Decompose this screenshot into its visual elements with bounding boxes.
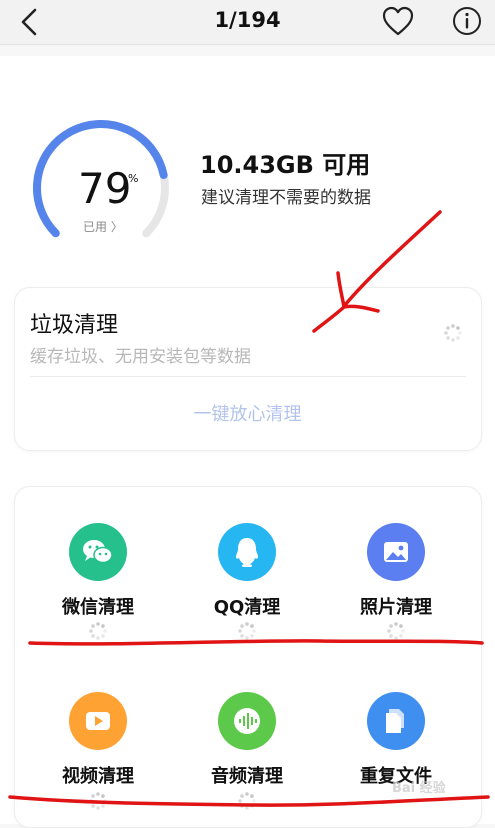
spinner-dot bbox=[252, 629, 256, 633]
loading-spinner-icon bbox=[238, 792, 256, 810]
spinner-dot bbox=[240, 624, 244, 628]
spinner-dot bbox=[387, 629, 391, 633]
spinner-dot bbox=[250, 624, 254, 628]
spinner-dot bbox=[101, 794, 105, 798]
duplicate-file-tool[interactable]: 重复文件 bbox=[331, 692, 461, 788]
spinner-dot bbox=[240, 634, 244, 638]
spinner-dot bbox=[245, 622, 249, 626]
loading-spinner-icon bbox=[387, 622, 405, 640]
video-clean-tool[interactable]: 视频清理 bbox=[33, 692, 163, 788]
qq-icon bbox=[218, 523, 276, 581]
heart-icon[interactable] bbox=[380, 4, 416, 38]
loading-spinner-icon bbox=[89, 792, 107, 810]
loading-spinner-icon bbox=[89, 622, 107, 640]
spinner-dot bbox=[245, 792, 249, 796]
loading-spinner-icon bbox=[238, 622, 256, 640]
spinner-dot bbox=[91, 634, 95, 638]
wechat-clean-tool[interactable]: 微信清理 bbox=[33, 523, 163, 619]
qq-clean-tool[interactable]: QQ清理 bbox=[182, 523, 312, 619]
spinner-dot bbox=[389, 624, 393, 628]
spinner-dot bbox=[394, 636, 398, 640]
spinner-dot bbox=[250, 634, 254, 638]
page-counter: 1/194 bbox=[214, 8, 281, 32]
spinner-dot bbox=[91, 804, 95, 808]
available-storage: 10.43GB 可用 bbox=[200, 151, 371, 179]
spinner-dot bbox=[96, 622, 100, 626]
spinner-dot bbox=[101, 634, 105, 638]
photo-clean-tool[interactable]: 照片清理 bbox=[331, 523, 461, 619]
spinner-dot bbox=[240, 794, 244, 798]
spinner-dot bbox=[458, 331, 462, 335]
audio-icon bbox=[218, 692, 276, 750]
tool-label: 视频清理 bbox=[62, 766, 134, 787]
spinner-dot bbox=[389, 634, 393, 638]
spinner-dot bbox=[394, 622, 398, 626]
spinner-dot bbox=[89, 629, 93, 633]
spinner-dot bbox=[399, 634, 403, 638]
spinner-dot bbox=[456, 326, 460, 330]
spinner-dot bbox=[451, 324, 455, 328]
spinner-dot bbox=[91, 624, 95, 628]
spinner-dot bbox=[101, 624, 105, 628]
spinner-dot bbox=[238, 799, 242, 803]
spinner-dot bbox=[101, 804, 105, 808]
used-link[interactable]: 已用 〉 bbox=[83, 218, 123, 235]
duplicate-file-icon bbox=[367, 692, 425, 750]
audio-clean-tool[interactable]: 音频清理 bbox=[182, 692, 312, 788]
spinner-dot bbox=[238, 629, 242, 633]
spinner-dot bbox=[451, 338, 455, 342]
tool-label: QQ清理 bbox=[213, 597, 281, 618]
spinner-dot bbox=[96, 806, 100, 810]
used-percent-sign: % bbox=[128, 172, 139, 185]
tool-label: 微信清理 bbox=[62, 597, 134, 618]
junk-cleanup-title: 垃圾清理 bbox=[30, 313, 119, 338]
tool-label: 音频清理 bbox=[211, 766, 283, 787]
spinner-dot bbox=[89, 799, 93, 803]
spinner-dot bbox=[103, 799, 107, 803]
spinner-dot bbox=[96, 636, 100, 640]
spinner-dot bbox=[446, 326, 450, 330]
spinner-dot bbox=[96, 792, 100, 796]
spinner-dot bbox=[456, 336, 460, 340]
card-divider bbox=[30, 376, 466, 377]
photo-icon bbox=[367, 523, 425, 581]
wechat-icon bbox=[69, 523, 127, 581]
top-bar: 1/194 bbox=[0, 0, 495, 45]
cleanup-advice: 建议清理不需要的数据 bbox=[201, 188, 371, 208]
spinner-dot bbox=[250, 804, 254, 808]
video-icon bbox=[69, 692, 127, 750]
spinner-dot bbox=[401, 629, 405, 633]
watermark: Bai 经验 bbox=[392, 781, 446, 796]
spinner-dot bbox=[444, 331, 448, 335]
one-click-clean-button[interactable]: 一键放心清理 bbox=[0, 400, 495, 426]
junk-cleanup-description: 缓存垃圾、无用安装包等数据 bbox=[30, 347, 251, 367]
info-icon[interactable] bbox=[450, 4, 484, 38]
spinner-dot bbox=[245, 806, 249, 810]
spinner-dot bbox=[399, 624, 403, 628]
used-percent-value: 79 bbox=[78, 164, 132, 213]
spinner-dot bbox=[240, 804, 244, 808]
spinner-dot bbox=[245, 636, 249, 640]
spinner-dot bbox=[103, 629, 107, 633]
spinner-dot bbox=[446, 336, 450, 340]
loading-spinner-icon bbox=[444, 324, 462, 342]
spinner-dot bbox=[252, 799, 256, 803]
spinner-dot bbox=[250, 794, 254, 798]
spinner-dot bbox=[91, 794, 95, 798]
tool-label: 照片清理 bbox=[360, 597, 432, 618]
